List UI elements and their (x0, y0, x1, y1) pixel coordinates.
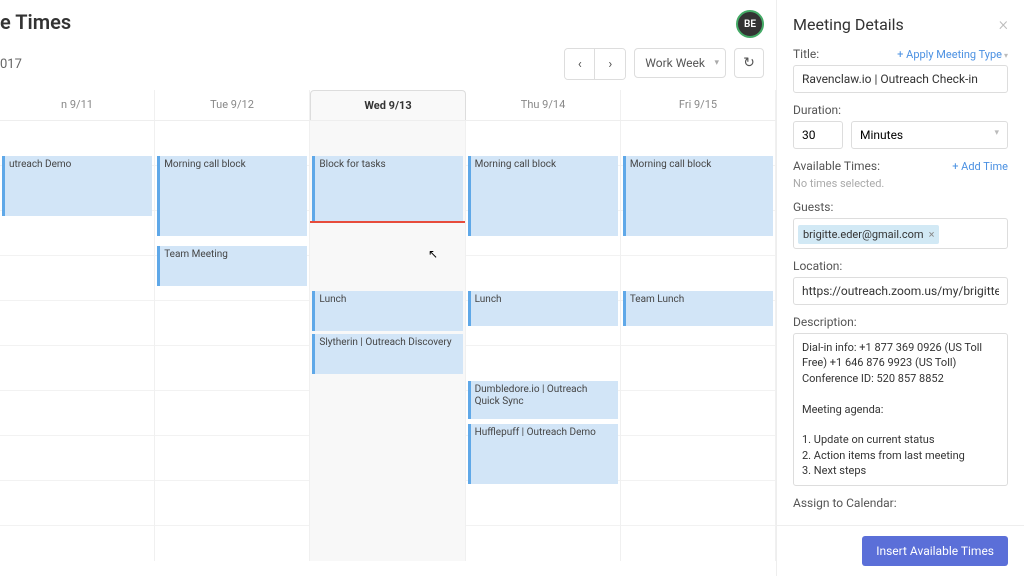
calendar-event[interactable]: Lunch (312, 291, 462, 331)
now-indicator (310, 221, 464, 223)
calendar-event[interactable]: Dumbledore.io | Outreach Quick Sync (468, 381, 618, 419)
calendar-event[interactable]: Team Meeting (157, 246, 307, 286)
date-nav: ‹ › (564, 48, 626, 80)
calendar-column[interactable]: Block for tasks LunchSlytherin | Outreach… (310, 121, 465, 561)
duration-label: Duration: (793, 103, 841, 117)
guests-label: Guests: (793, 200, 833, 214)
view-select[interactable]: Work Week (634, 48, 726, 78)
assign-calendar-label: Assign to Calendar: (793, 496, 897, 510)
calendar-event[interactable]: Block for tasks (312, 156, 462, 221)
calendar-column[interactable]: Morning call block Team Lunch (621, 121, 776, 561)
add-time-link[interactable]: + Add Time (952, 160, 1008, 173)
no-times-text: No times selected. (793, 177, 1008, 190)
day-header: Fri 9/15 (621, 90, 776, 120)
day-header: Tue 9/12 (155, 90, 310, 120)
day-header: n 9/11 (0, 90, 155, 120)
close-icon[interactable]: × (999, 14, 1008, 35)
description-label: Description: (793, 315, 857, 329)
calendar-event[interactable]: Team Lunch (623, 291, 773, 326)
calendar-event[interactable]: utreach Demo (2, 156, 152, 216)
mouse-cursor: ↖ (428, 247, 438, 261)
guest-chip: brigitte.eder@gmail.com× (798, 225, 939, 244)
refresh-button[interactable]: ↻ (734, 48, 764, 78)
apply-meeting-type-link[interactable]: + Apply Meeting Type (897, 48, 1008, 61)
location-label: Location: (793, 259, 842, 273)
insert-available-times-button[interactable]: Insert Available Times (862, 536, 1008, 566)
calendar-event[interactable]: Lunch (468, 291, 618, 326)
calendar-area: e Times BE 017 ‹ › Work Week ↻ n 9/11Tue… (0, 0, 776, 576)
location-input[interactable] (793, 277, 1008, 305)
available-times-label: Available Times: (793, 159, 880, 173)
title-input[interactable] (793, 65, 1008, 93)
user-avatar-badge[interactable]: BE (736, 10, 764, 38)
calendar-event[interactable]: Morning call block (468, 156, 618, 236)
duration-unit-select[interactable]: Minutes (851, 121, 1008, 149)
prev-button[interactable]: ‹ (565, 49, 595, 79)
calendar-event[interactable]: Hufflepuff | Outreach Demo (468, 424, 618, 484)
duration-input[interactable] (793, 121, 843, 149)
panel-title: Meeting Details (793, 15, 904, 34)
page-title: e Times (0, 10, 71, 34)
calendar-event[interactable]: Slytherin | Outreach Discovery (312, 334, 462, 374)
calendar-event[interactable]: Morning call block (157, 156, 307, 236)
title-label: Title: (793, 47, 819, 61)
date-range-label: 017 (0, 57, 22, 72)
next-button[interactable]: › (595, 49, 625, 79)
description-textarea[interactable]: Dial-in info: +1 877 369 0926 (US Toll F… (793, 333, 1008, 486)
calendar-column[interactable]: utreach Demo (0, 121, 155, 561)
meeting-details-panel: Meeting Details × Title: + Apply Meeting… (776, 0, 1024, 576)
calendar-event[interactable]: Morning call block (623, 156, 773, 236)
guests-input[interactable]: brigitte.eder@gmail.com× (793, 218, 1008, 249)
day-header: Wed 9/13 (310, 90, 466, 120)
day-header: Thu 9/14 (466, 90, 621, 120)
calendar-column[interactable]: Morning call block Lunch Dumbledore.io | O… (466, 121, 621, 561)
remove-guest-icon[interactable]: × (929, 228, 935, 241)
calendar-column[interactable]: Morning call block Team Meeting (155, 121, 310, 561)
